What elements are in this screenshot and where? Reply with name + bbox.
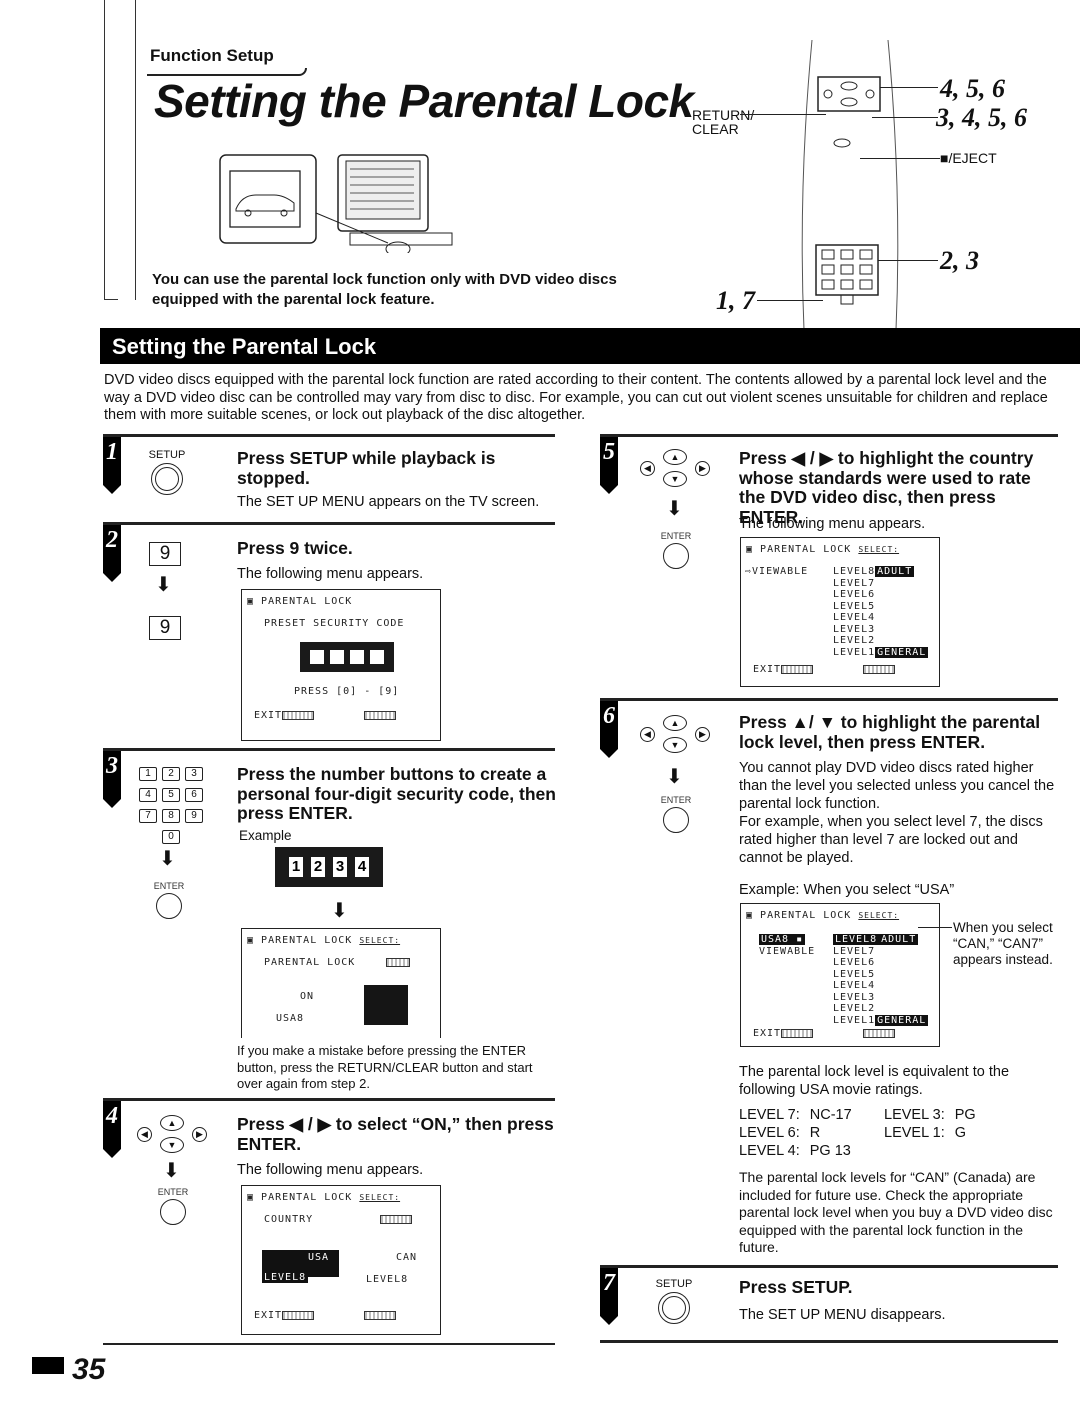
arrow-down-icon: ⬇	[155, 574, 172, 596]
step-body: Example	[239, 828, 292, 843]
car-scene	[229, 170, 301, 228]
intro-note: You can use the parental lock function o…	[152, 271, 617, 308]
step-title: Press SETUP.	[739, 1277, 853, 1297]
step-body: You cannot play DVD video discs rated hi…	[739, 760, 1055, 866]
margin-bracket-inner	[104, 0, 136, 300]
callout-numpad-steps: 2, 3	[940, 246, 979, 275]
canada-note: The parental lock levels for “CAN” (Cana…	[739, 1169, 1053, 1255]
step-body: The SET UP MENU disappears.	[739, 1307, 946, 1323]
tv-screen	[345, 160, 421, 220]
enter-button-icon: ENTER	[658, 795, 694, 833]
page-number: 35	[72, 1353, 106, 1386]
key-9: 9	[149, 542, 181, 566]
key-9: 9	[149, 616, 181, 640]
step-body: The SET UP MENU appears on the TV screen…	[237, 494, 540, 510]
setup-button-icon: SETUP	[654, 1278, 694, 1324]
step-title: Press ▲/ ▼ to highlight the parental loc…	[739, 712, 1041, 752]
section-band-title: Setting the Parental Lock	[100, 328, 1080, 364]
step-7: 7 SETUP Press SETUP. The SET UP MENU dis…	[600, 1265, 1058, 1343]
callout-enter-steps: 3, 4, 5, 6	[936, 103, 1027, 132]
step-body: The following menu appears.	[237, 566, 424, 582]
osd-levels-usa: ▣ PARENTAL LOCK SELECT: USA8 ▪ VIEWABLE …	[740, 903, 940, 1047]
step-3: 3 123 456 789 0 ⬇ ENTER Press the number…	[103, 748, 556, 1093]
remote-control-illustration	[801, 40, 899, 330]
stop-button	[833, 138, 851, 148]
stop-eject-label: ■/EJECT	[940, 150, 997, 166]
step-number: 7	[600, 1268, 618, 1325]
step-1: 1 SETUP Press SETUP while playback is st…	[103, 434, 555, 524]
rating-row: LEVEL 3: PG	[884, 1107, 976, 1123]
dpad-icon: ▲ ▼ ◀ ▶	[640, 449, 710, 499]
arrow-down-icon: ⬇	[163, 1160, 180, 1182]
dpad-icon: ▲ ▼ ◀ ▶	[137, 1115, 207, 1165]
osd-title: ▣ PARENTAL LOCK	[247, 596, 353, 607]
step-title: Press SETUP while playback is stopped.	[237, 448, 496, 488]
step-4: 4 ▲ ▼ ◀ ▶ ⬇ ENTER Press ◀ / ▶ to select “ON…	[103, 1098, 555, 1343]
osd-country: ▣ PARENTAL LOCK SELECT: COUNTRY USA CAN …	[241, 1185, 441, 1335]
example-code-display: 1234	[275, 847, 383, 887]
step-title: Press 9 twice.	[237, 538, 353, 558]
example-label: Example: When you select “USA”	[739, 882, 955, 898]
step-6: 6 ▲ ▼ ◀ ▶ ⬇ ENTER Press ▲/ ▼ to highlight t…	[600, 698, 1058, 1258]
dvd-player-icon	[349, 232, 453, 246]
level-list: LEVEL8 ADULT LEVEL7 LEVEL6 LEVEL5 LEVEL4 LEV…	[833, 934, 929, 1026]
return-clear-label: RETURN/ CLEAR	[692, 107, 755, 137]
callout-setup-steps: 1, 7	[716, 286, 755, 315]
osd-press-range: PRESS [0] - [9]	[294, 686, 400, 697]
level-list: LEVEL8 ADULT LEVEL7 LEVEL6 LEVEL5 LEVEL4 LEV…	[833, 566, 929, 658]
section-label: Function Setup	[150, 46, 274, 65]
dpad-icon: ▲ ▼ ◀ ▶	[640, 715, 710, 765]
step-body: The following menu appears.	[739, 516, 926, 532]
highlight-off	[364, 985, 408, 1025]
osd-lock-toggle: ▣ PARENTAL LOCK SELECT: PARENTAL LOCK ON…	[241, 928, 441, 1038]
enter-button-icon: ENTER	[155, 1187, 191, 1225]
disc-icon	[385, 241, 411, 253]
arrow-down-icon: ⬇	[331, 900, 348, 922]
osd-preset-label: PRESET SECURITY CODE	[264, 618, 405, 629]
callout-dpad-steps: 4, 5, 6	[940, 74, 1005, 103]
step-number: 6	[600, 701, 618, 758]
rating-row: LEVEL 4: PG 13	[739, 1143, 851, 1159]
tv-dvd-illustration	[219, 154, 453, 253]
step-title: Press the number buttons to create a per…	[237, 764, 556, 823]
ratings-table: LEVEL 7: NC-17 LEVEL 6: R LEVEL 4: PG 13…	[739, 1107, 1059, 1161]
intro-paragraph: DVD video discs equipped with the parent…	[104, 372, 1048, 423]
numpad-panel	[815, 244, 879, 296]
step-number: 3	[103, 751, 121, 808]
osd-exit: EXIT	[254, 710, 315, 721]
rating-row: LEVEL 6: R	[739, 1125, 821, 1141]
enter-button-icon: ENTER	[658, 531, 694, 569]
rating-row: LEVEL 1: G	[884, 1125, 967, 1141]
enter-button-icon: ENTER	[151, 881, 187, 919]
ratings-intro: The parental lock level is equivalent to…	[739, 1064, 1010, 1098]
step-note: If you make a mistake before pressing th…	[237, 1043, 533, 1091]
rating-row: LEVEL 7: NC-17	[739, 1107, 852, 1123]
step-number: 4	[103, 1101, 121, 1158]
page-marker	[32, 1357, 64, 1374]
page-title: Setting the Parental Lock	[154, 75, 694, 127]
code-entry-boxes	[300, 642, 394, 672]
step-2: 2 9 ⬇ 9 Press 9 twice. The following men…	[103, 522, 555, 747]
setup-button-icon: SETUP	[147, 449, 187, 495]
step-title: Press ◀ / ▶ to select “ON,” then press E…	[237, 1114, 554, 1154]
arrow-down-icon: ⬇	[159, 848, 176, 870]
step-number: 5	[600, 437, 618, 494]
can-callout: When you select “CAN,” “CAN7” appears in…	[953, 920, 1053, 967]
number-keys: 123 456 789 0	[139, 763, 219, 847]
arrow-down-icon: ⬇	[666, 498, 683, 520]
step-5: 5 ▲ ▼ ◀ ▶ ⬇ ENTER Press ◀ / ▶ to highlight …	[600, 434, 1058, 694]
step-number: 1	[103, 437, 121, 494]
step-number: 2	[103, 525, 121, 582]
osd-preset-code: ▣ PARENTAL LOCK PRESET SECURITY CODE PRE…	[241, 589, 441, 741]
margin-bracket-foot	[104, 299, 118, 300]
arrow-down-icon: ⬇	[666, 766, 683, 788]
osd-levels: ▣ PARENTAL LOCK SELECT: ⇨VIEWABLE LEVEL8…	[740, 537, 940, 687]
step-body: The following menu appears.	[237, 1162, 424, 1178]
